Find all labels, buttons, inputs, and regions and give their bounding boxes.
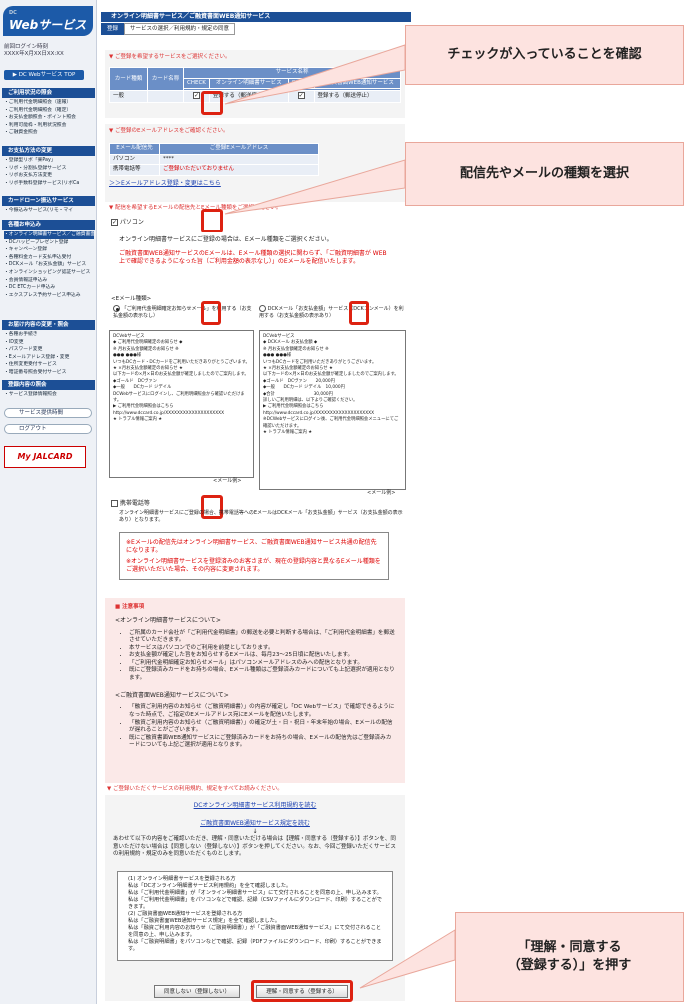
callout-select: 配信先やメールの種類を選択 (405, 142, 684, 206)
callout-agree: 「理解・同意する （登録する）」を押す (455, 912, 684, 1002)
